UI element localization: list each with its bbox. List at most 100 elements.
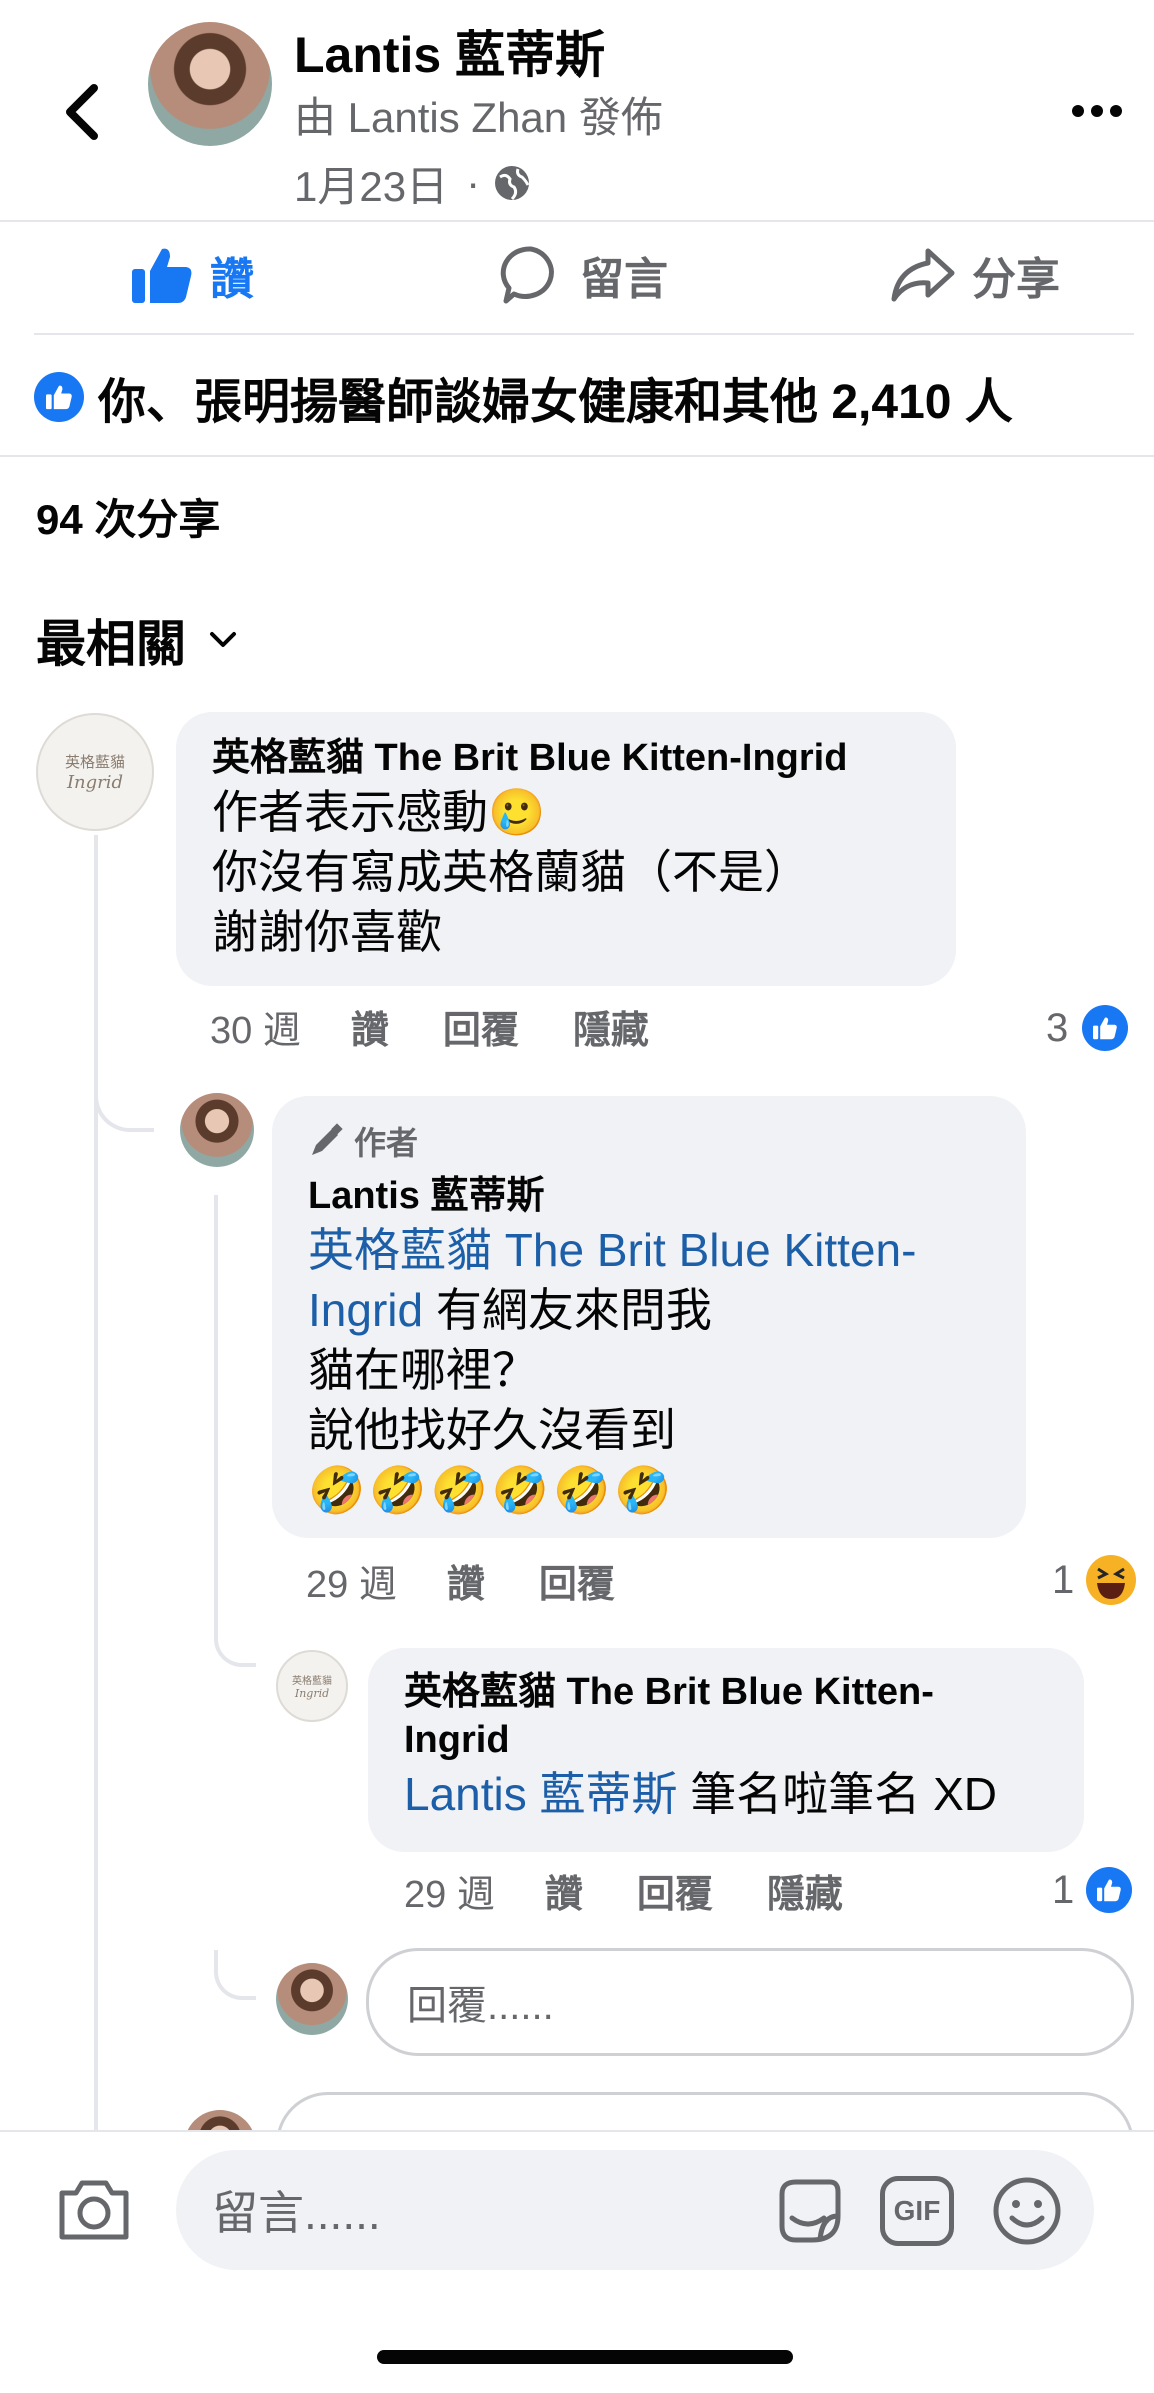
home-indicator: [377, 2350, 793, 2364]
thread-connector: [214, 1615, 256, 1667]
comment-reactions[interactable]: 1: [1052, 1552, 1137, 1608]
comment-reactions[interactable]: 3: [1046, 1000, 1129, 1056]
gif-button[interactable]: GIF: [880, 2176, 954, 2246]
commenter-name[interactable]: 英格藍貓 The Brit Blue Kitten-: [404, 1668, 1048, 1716]
like-reaction-icon: [1082, 1005, 1129, 1051]
like-reaction-icon: [1086, 1867, 1133, 1913]
mention-link[interactable]: 英格藍貓 The Brit Blue Kitten-: [308, 1220, 990, 1280]
comment-input[interactable]: 留言......: [176, 2150, 1094, 2270]
more-icon: [1072, 105, 1122, 117]
comment-time[interactable]: 29 週: [404, 1863, 495, 1918]
comment-hide-button[interactable]: 隱藏: [767, 1863, 843, 1918]
comment-meta: 29 週 讚 回覆: [306, 1552, 615, 1608]
chevron-left-icon: [66, 84, 98, 140]
mention-link[interactable]: Lantis 藍蒂斯: [404, 1768, 678, 1820]
camera-icon: [59, 2180, 129, 2240]
reaction-count: 3: [1046, 1005, 1069, 1050]
commenter-name[interactable]: Lantis 藍蒂斯: [308, 1172, 990, 1220]
comment-meta: 30 週 讚 回覆 隱藏: [210, 998, 649, 1054]
thread-connector: [214, 1950, 256, 2000]
like-label: 讚: [210, 255, 254, 304]
comment-placeholder: 留言......: [212, 2187, 381, 2239]
post-meta: 1月23日 ·: [294, 155, 532, 211]
commenter-avatar[interactable]: 英格藍貓 Ingrid: [276, 1650, 348, 1722]
back-button[interactable]: [58, 80, 108, 144]
comment-reply-button[interactable]: 回覆: [443, 999, 519, 1054]
mention-link[interactable]: Ingrid: [308, 1284, 423, 1336]
shares-count[interactable]: 94 次分享: [36, 492, 220, 548]
avatar-logo-text: 英格藍貓: [292, 1676, 332, 1687]
comment-line: 作者表示感動🥲: [212, 786, 546, 838]
thumbs-up-icon: [132, 248, 192, 303]
commenter-name[interactable]: 英格藍貓 The Brit Blue Kitten-Ingrid: [212, 734, 920, 782]
comment-bubble[interactable]: 英格藍貓 The Brit Blue Kitten- Ingrid Lantis…: [368, 1648, 1084, 1852]
comment-icon: [500, 246, 554, 304]
comment-text: 有網友來問我: [423, 1284, 712, 1336]
commenter-avatar[interactable]: 英格藍貓 Ingrid: [36, 713, 154, 831]
comment-line: 謝謝你喜歡: [212, 906, 442, 958]
pen-icon: [312, 1123, 343, 1155]
like-button[interactable]: 讚: [130, 240, 254, 310]
comment-label: 留言: [580, 255, 668, 304]
more-options-button[interactable]: [1070, 96, 1124, 126]
thread-connector: [94, 1060, 154, 1132]
haha-reaction-icon: [1086, 1555, 1137, 1605]
sticker-button[interactable]: [772, 2174, 846, 2248]
posted-by: 由 Lantis Zhan 發佈: [294, 94, 663, 141]
comment-bubble[interactable]: 英格藍貓 The Brit Blue Kitten-Ingrid 作者表示感動🥲…: [176, 712, 956, 986]
meta-separator: ·: [466, 159, 481, 206]
commenter-name[interactable]: Ingrid: [404, 1716, 1048, 1764]
share-label: 分享: [972, 255, 1060, 304]
comment-line: Ingrid 有網友來問我: [308, 1280, 990, 1340]
gif-label: GIF: [893, 2195, 941, 2226]
reactions-summary[interactable]: 你、張明揚醫師談婦女健康和其他 2,410 人: [34, 365, 1013, 429]
comment-line: 你沒有寫成英格蘭貓（不是）: [212, 846, 810, 898]
avatar-logo-sub: Ingrid: [66, 772, 124, 793]
sticker-icon: [779, 2179, 841, 2243]
comment-text: 筆名啦筆名 XD: [677, 1768, 997, 1820]
thread-line: [214, 1195, 218, 1615]
comment-time[interactable]: 29 週: [306, 1553, 397, 1608]
divider: [0, 455, 1154, 457]
comment-reply-button[interactable]: 回覆: [539, 1553, 615, 1608]
author-badge-label: 作者: [354, 1125, 419, 1161]
emoji-button[interactable]: [990, 2174, 1064, 2248]
divider: [34, 333, 1134, 335]
comment-bubble[interactable]: 作者 Lantis 藍蒂斯 英格藍貓 The Brit Blue Kitten-…: [272, 1096, 1026, 1538]
share-button[interactable]: 分享: [890, 240, 1060, 310]
reaction-count: 1: [1052, 1557, 1075, 1602]
comment-reactions[interactable]: 1: [1052, 1862, 1133, 1918]
sort-dropdown[interactable]: 最相關: [36, 605, 238, 675]
comment-like-button[interactable]: 讚: [545, 1863, 583, 1918]
comment-line: 說他找好久沒看到: [308, 1404, 676, 1456]
comment-like-button[interactable]: 讚: [351, 999, 389, 1054]
author-name[interactable]: Lantis 藍蒂斯: [294, 24, 605, 86]
emoji-line: 🤣🤣🤣🤣🤣🤣: [308, 1464, 676, 1516]
share-icon: [891, 248, 955, 302]
author-avatar[interactable]: [148, 22, 272, 146]
avatar-logo-sub: Ingrid: [294, 1687, 330, 1700]
reactions-text: 你、張明揚醫師談婦女健康和其他 2,410 人: [98, 376, 1013, 429]
comment-meta: 29 週 讚 回覆 隱藏: [404, 1862, 843, 1918]
comment-like-button[interactable]: 讚: [447, 1553, 485, 1608]
camera-button[interactable]: [56, 2175, 132, 2243]
reaction-count: 1: [1052, 1867, 1075, 1912]
divider: [0, 220, 1154, 222]
comment-hide-button[interactable]: 隱藏: [573, 999, 649, 1054]
globe-icon: [495, 166, 530, 201]
commenter-avatar[interactable]: [180, 1093, 254, 1167]
comment-button[interactable]: 留言: [500, 240, 668, 310]
reply-input[interactable]: 回覆......: [366, 1948, 1134, 2056]
my-avatar: [276, 1963, 348, 2035]
comment-reply-button[interactable]: 回覆: [637, 1863, 713, 1918]
comment-line: Lantis 藍蒂斯 筆名啦筆名 XD: [404, 1764, 1048, 1824]
emoji-icon: [993, 2177, 1061, 2245]
post-date[interactable]: 1月23日: [294, 153, 448, 214]
thread-line: [94, 835, 98, 2130]
avatar-logo-text: 英格藍貓: [64, 753, 125, 771]
like-reaction-icon: [34, 372, 84, 422]
comment-line: 貓在哪裡？: [308, 1344, 538, 1396]
author-badge: 作者: [308, 1118, 990, 1164]
comment-time[interactable]: 30 週: [210, 999, 301, 1054]
chevron-down-icon: [210, 632, 236, 647]
